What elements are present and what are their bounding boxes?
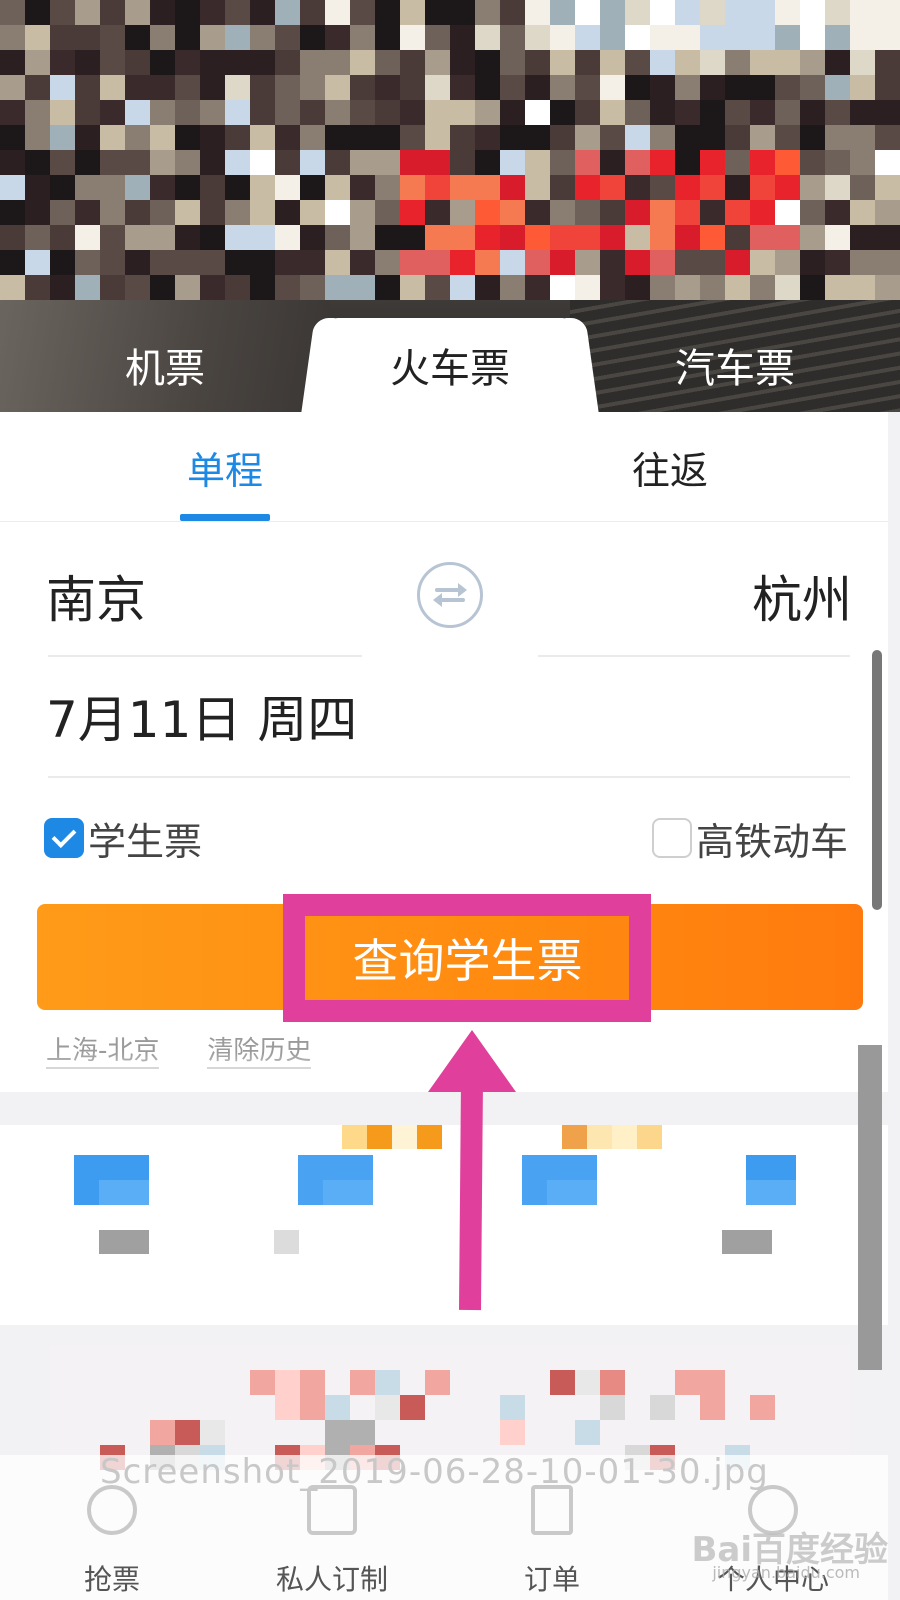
search-button-label: 查询学生票 <box>352 934 583 988</box>
feature-label <box>99 1230 149 1254</box>
divider <box>48 655 362 657</box>
divider <box>48 776 850 778</box>
high-speed-label: 高铁动车 <box>696 819 849 864</box>
scrollbar-track[interactable] <box>858 1045 882 1370</box>
tab-roundtrip[interactable]: 往返 <box>605 432 735 502</box>
annotation-arrow <box>458 1079 484 1311</box>
checkbox-checked-icon <box>44 818 84 858</box>
search-card: 单程 往返 南京 杭州 7月11日 周四 学生票 高铁动车 查询学生票 上海-北… <box>0 412 888 1092</box>
scrollbar[interactable] <box>872 650 882 910</box>
filename-watermark: Screenshot_2019-06-28-10-01-30.jpg <box>100 1452 769 1492</box>
hero-image <box>0 0 900 305</box>
student-ticket-checkbox[interactable]: 学生票 <box>44 816 202 864</box>
feature-grid <box>0 1125 888 1325</box>
student-ticket-label: 学生票 <box>88 819 203 864</box>
departure-date[interactable]: 7月11日 周四 <box>46 680 357 752</box>
feature-item[interactable] <box>274 1155 398 1265</box>
feature-item[interactable] <box>722 1155 846 1265</box>
feature-item[interactable] <box>74 1155 174 1265</box>
active-tab-indicator <box>180 514 270 521</box>
feature-icon-part <box>323 1180 373 1205</box>
nav-label: 抢票 <box>83 1563 140 1596</box>
hero-banner: 机票 火车票 汽车票 <box>0 0 900 412</box>
feature-item[interactable] <box>522 1155 622 1265</box>
sofa-icon <box>307 1485 357 1535</box>
tab-flight[interactable]: 机票 <box>40 318 290 412</box>
document-icon <box>531 1485 573 1535</box>
to-city[interactable]: 杭州 <box>752 560 852 632</box>
high-speed-checkbox[interactable]: 高铁动车 <box>652 816 848 864</box>
feature-label <box>722 1230 772 1254</box>
tab-bus[interactable]: 汽车票 <box>610 318 860 412</box>
nav-label: 私人订制 <box>275 1563 388 1596</box>
baidu-watermark-url: jingyan.baidu.com <box>712 1563 860 1582</box>
feature-icon-part <box>746 1180 796 1205</box>
divider <box>538 655 850 657</box>
tab-train[interactable]: 火车票 <box>320 318 580 412</box>
lightning-icon <box>87 1485 137 1535</box>
feature-icon-part <box>547 1180 597 1205</box>
tab-oneway[interactable]: 单程 <box>160 432 290 502</box>
nav-label: 订单 <box>523 1563 580 1596</box>
trip-type-tabs: 单程 往返 <box>0 412 888 522</box>
feature-icon-part <box>99 1180 149 1205</box>
feature-label <box>274 1230 299 1254</box>
from-city[interactable]: 南京 <box>46 560 146 632</box>
swap-cities-icon[interactable] <box>417 562 483 628</box>
feature-badge <box>562 1125 662 1149</box>
feature-badge <box>342 1125 442 1149</box>
checkbox-unchecked-icon <box>652 818 692 858</box>
